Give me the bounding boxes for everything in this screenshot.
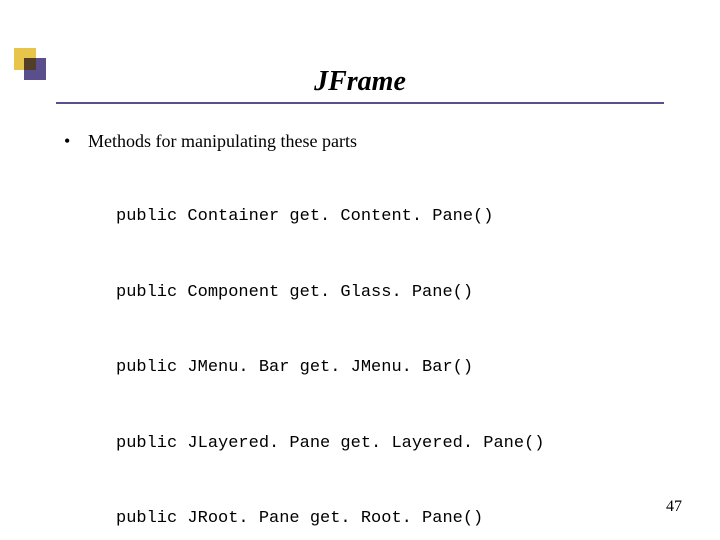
bullet-dot: • [64,128,88,154]
code-line: public Container get. Content. Pane() [116,204,664,229]
code-line: public JRoot. Pane get. Root. Pane() [116,506,664,531]
code-line: public JMenu. Bar get. JMenu. Bar() [116,355,664,380]
code-line: public JLayered. Pane get. Layered. Pane… [116,431,664,456]
slide-body: • Methods for manipulating these parts p… [64,128,664,540]
page-number: 47 [666,498,682,516]
code-block-getters: public Container get. Content. Pane() pu… [116,154,664,540]
bullet-item: • Methods for manipulating these parts [64,128,664,154]
bullet-text: Methods for manipulating these parts [88,128,357,154]
title-underline [56,102,664,104]
slide: JFrame • Methods for manipulating these … [0,0,720,540]
slide-title: JFrame [0,66,720,98]
code-line: public Component get. Glass. Pane() [116,280,664,305]
